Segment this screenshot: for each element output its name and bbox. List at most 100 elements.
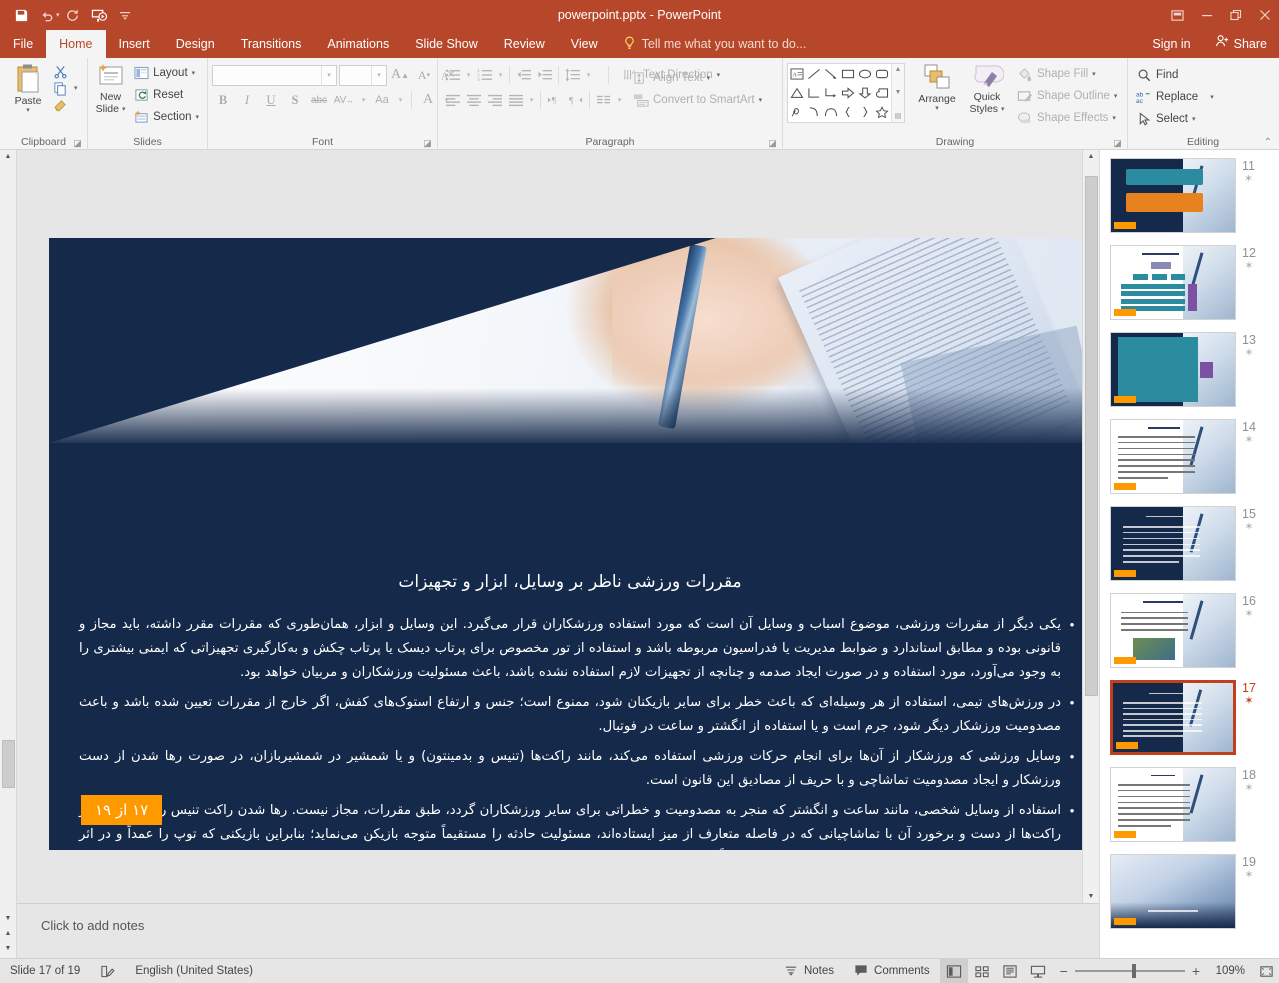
fit-slide-to-window-button[interactable] bbox=[1253, 959, 1279, 983]
slide-sorter-view-button[interactable] bbox=[968, 959, 996, 983]
outline-scrollbar[interactable]: ▲ ▼ ▲ ▼ bbox=[0, 150, 17, 958]
arrange-button[interactable]: Arrange ▾ bbox=[913, 61, 961, 134]
animation-star-icon[interactable]: ✶ bbox=[1244, 434, 1253, 446]
share-button[interactable]: Share bbox=[1203, 30, 1279, 58]
shape-left-brace-icon[interactable] bbox=[840, 102, 857, 121]
thumbnail-slide-12[interactable]: 12 ✶ bbox=[1110, 245, 1279, 320]
customize-qat-icon[interactable] bbox=[112, 2, 138, 28]
shapes-gallery[interactable]: A ▲ ▼ ▤ bbox=[787, 63, 905, 123]
animation-star-icon[interactable]: ✶ bbox=[1244, 695, 1253, 707]
animation-star-icon[interactable]: ✶ bbox=[1244, 869, 1253, 881]
clipboard-dialog-launcher[interactable]: ◪ bbox=[72, 138, 83, 149]
thumbnail-image[interactable] bbox=[1110, 158, 1236, 233]
quick-styles-dropdown-icon[interactable]: ▾ bbox=[1001, 106, 1005, 113]
thumbnail-slide-14[interactable]: 14 ✶ bbox=[1110, 419, 1279, 494]
increase-indent-icon[interactable] bbox=[534, 65, 555, 86]
save-icon[interactable] bbox=[8, 2, 34, 28]
align-center-icon[interactable] bbox=[463, 90, 484, 111]
thumbnail-slide-15[interactable]: 15 ✶ bbox=[1110, 506, 1279, 581]
thumbnail-image[interactable] bbox=[1110, 854, 1236, 929]
animation-star-icon[interactable]: ✶ bbox=[1244, 521, 1253, 533]
rtl-text-direction-icon[interactable]: ¶ bbox=[565, 90, 586, 111]
line-spacing-icon[interactable] bbox=[562, 65, 583, 86]
restore-icon[interactable] bbox=[1221, 0, 1250, 30]
thumbnail-slide-17[interactable]: 17 ✶ bbox=[1110, 680, 1279, 755]
slide-scroll-up-icon[interactable]: ▲ bbox=[1088, 150, 1095, 163]
animation-star-icon[interactable]: ✶ bbox=[1244, 782, 1253, 794]
shape-line-icon[interactable] bbox=[806, 65, 823, 84]
animation-star-icon[interactable]: ✶ bbox=[1244, 347, 1253, 359]
shape-outline-button[interactable]: Shape Outline ▾ bbox=[1013, 85, 1121, 107]
current-slide[interactable]: مقررات ورزشی ناظر بر وسایل، ابزار و تجهی… bbox=[49, 238, 1091, 850]
thumbnail-image[interactable] bbox=[1110, 767, 1236, 842]
animation-star-icon[interactable]: ✶ bbox=[1244, 260, 1253, 272]
columns-menu-dropdown-icon[interactable]: ▾ bbox=[614, 96, 625, 104]
tab-file[interactable]: File bbox=[0, 30, 47, 58]
convert-to-smartart-button[interactable]: Convert to SmartArt ▾ bbox=[629, 89, 766, 111]
shape-oval-icon[interactable] bbox=[856, 65, 873, 84]
thumbnail-slide-18[interactable]: 18 ✶ bbox=[1110, 767, 1279, 842]
previous-slide-icon[interactable]: ▲ bbox=[5, 927, 12, 940]
zoom-in-button[interactable]: + bbox=[1192, 964, 1200, 978]
zoom-control[interactable]: − + 109% bbox=[1052, 964, 1253, 978]
thumbnail-image[interactable] bbox=[1110, 332, 1236, 407]
close-icon[interactable] bbox=[1250, 0, 1279, 30]
gallery-scroll-down-icon[interactable]: ▼ bbox=[895, 89, 902, 96]
notes-button[interactable]: Notes bbox=[774, 959, 844, 983]
scrollbar-thumb[interactable] bbox=[2, 740, 15, 788]
character-spacing-dropdown-icon[interactable]: ▾ bbox=[358, 96, 369, 104]
start-presentation-icon[interactable] bbox=[86, 2, 112, 28]
copy-dropdown-icon[interactable]: ▾ bbox=[74, 85, 78, 92]
font-size-combo[interactable]: ▾ bbox=[339, 64, 387, 86]
shape-right-brace-icon[interactable] bbox=[856, 102, 873, 121]
zoom-slider-handle[interactable] bbox=[1132, 964, 1136, 978]
thumbnail-image[interactable] bbox=[1110, 245, 1236, 320]
smartart-dropdown-icon[interactable]: ▾ bbox=[759, 97, 763, 104]
text-shadow-button[interactable]: S bbox=[284, 89, 306, 111]
slide-scroll-down-icon[interactable]: ▼ bbox=[1088, 890, 1095, 903]
columns-dropdown-icon[interactable]: ▾ bbox=[526, 96, 537, 104]
new-slide-dropdown-icon[interactable]: ▾ bbox=[122, 106, 126, 113]
quick-styles-button[interactable]: Quick Styles ▾ bbox=[961, 61, 1013, 134]
thumbnail-slide-16[interactable]: 16 ✶ bbox=[1110, 593, 1279, 668]
font-size-dropdown-icon[interactable]: ▾ bbox=[371, 65, 386, 85]
tab-home[interactable]: Home bbox=[46, 30, 106, 58]
character-spacing-button[interactable]: AV ↔ bbox=[332, 89, 356, 111]
shape-effects-dropdown-icon[interactable]: ▾ bbox=[1112, 115, 1116, 122]
zoom-percentage[interactable]: 109% bbox=[1207, 965, 1245, 977]
shapes-gallery-scrollbar[interactable]: ▲ ▼ ▤ bbox=[891, 64, 904, 122]
replace-button[interactable]: ab ac Replace ▾ bbox=[1132, 86, 1218, 108]
ltr-text-direction-icon[interactable]: ¶ bbox=[544, 90, 565, 111]
select-dropdown-icon[interactable]: ▾ bbox=[1192, 116, 1196, 123]
tab-slide-show[interactable]: Slide Show bbox=[402, 30, 491, 58]
tab-design[interactable]: Design bbox=[163, 30, 228, 58]
spell-check-icon[interactable] bbox=[90, 959, 125, 983]
align-text-button[interactable]: Align Text ▾ bbox=[629, 67, 766, 89]
paragraph-dialog-launcher[interactable]: ◪ bbox=[767, 138, 778, 149]
shape-rounded-rect-icon[interactable] bbox=[873, 65, 890, 84]
shape-curve-icon[interactable] bbox=[806, 102, 823, 121]
shape-triangle-icon[interactable] bbox=[789, 84, 806, 103]
change-case-button[interactable]: Aa bbox=[371, 89, 393, 111]
numbering-icon[interactable]: 123 bbox=[474, 65, 495, 86]
format-painter-button[interactable] bbox=[52, 97, 78, 113]
paste-dropdown-icon[interactable]: ▾ bbox=[26, 107, 30, 114]
font-name-dropdown-icon[interactable]: ▾ bbox=[321, 65, 336, 85]
thumbnail-slide-11[interactable]: 11 ✶ bbox=[1110, 158, 1279, 233]
change-case-dropdown-icon[interactable]: ▾ bbox=[395, 96, 406, 104]
next-slide-icon[interactable]: ▼ bbox=[5, 942, 12, 955]
section-button[interactable]: Section ▾ bbox=[129, 106, 203, 128]
shape-textbox-icon[interactable]: A bbox=[789, 65, 806, 84]
slide-title[interactable]: مقررات ورزشی ناظر بر وسایل، ابزار و تجهی… bbox=[49, 572, 1091, 592]
strikethrough-button[interactable]: abc bbox=[308, 89, 330, 111]
align-right-icon[interactable] bbox=[484, 90, 505, 111]
shape-arc-icon[interactable] bbox=[823, 102, 840, 121]
shape-elbow-arrow-icon[interactable] bbox=[823, 84, 840, 103]
copy-button[interactable]: ▾ bbox=[52, 80, 78, 96]
bold-button[interactable]: B bbox=[212, 89, 234, 111]
minimize-icon[interactable] bbox=[1192, 0, 1221, 30]
animation-star-icon[interactable]: ✶ bbox=[1244, 173, 1253, 185]
shape-rectangle-icon[interactable] bbox=[840, 65, 857, 84]
layout-dropdown-icon[interactable]: ▾ bbox=[192, 70, 196, 77]
tab-insert[interactable]: Insert bbox=[106, 30, 163, 58]
